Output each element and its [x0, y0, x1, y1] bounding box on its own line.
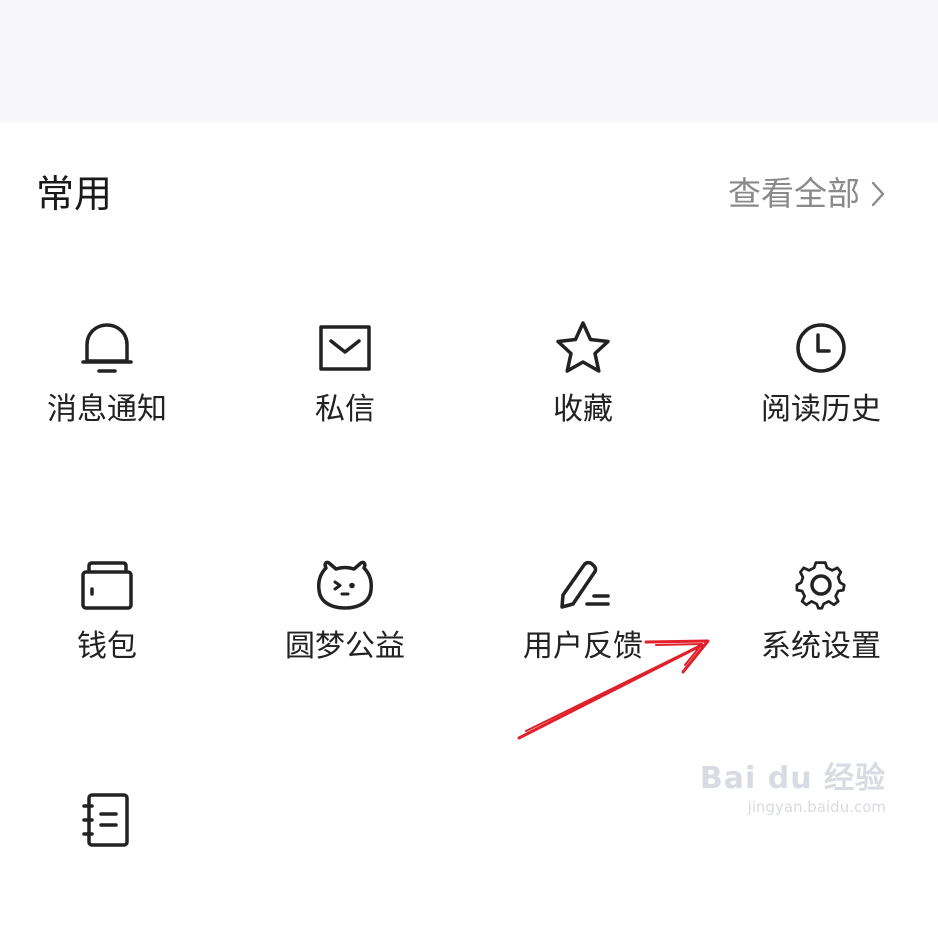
- chevron-right-icon: [870, 180, 886, 208]
- grid-item-notifications[interactable]: 消息通知: [0, 318, 217, 478]
- grid-item-label: 私信: [315, 392, 375, 427]
- grid-item-label: 用户反馈: [523, 629, 643, 664]
- star-icon: [553, 318, 613, 378]
- watermark: Bai du 经验 jingyan.baidu.com: [700, 762, 886, 818]
- grid-item-settings[interactable]: 系统设置: [711, 555, 931, 715]
- wallet-icon: [77, 555, 137, 615]
- grid-item-label: 阅读历史: [761, 392, 881, 427]
- grid-item-label: 系统设置: [761, 629, 881, 664]
- grid-item-notebook[interactable]: [0, 790, 217, 950]
- envelope-icon: [315, 318, 375, 378]
- grid-item-label: 钱包: [77, 629, 137, 664]
- grid-item-favorites[interactable]: 收藏: [473, 318, 693, 478]
- top-background-band: [0, 0, 938, 122]
- watermark-main: Bai du 经验: [699, 761, 886, 796]
- notebook-icon: [77, 790, 137, 850]
- grid-item-label: 圆梦公益: [285, 629, 405, 664]
- grid-item-history[interactable]: 阅读历史: [711, 318, 931, 478]
- gear-icon: [791, 555, 851, 615]
- grid-item-feedback[interactable]: 用户反馈: [473, 555, 693, 715]
- grid-item-label: 消息通知: [47, 392, 167, 427]
- view-all-link[interactable]: 查看全部: [728, 172, 886, 216]
- grid-item-wallet[interactable]: 钱包: [0, 555, 217, 715]
- clock-icon: [791, 318, 851, 378]
- grid-item-label: 收藏: [553, 392, 613, 427]
- grid-item-charity[interactable]: 圆梦公益: [235, 555, 455, 715]
- bell-icon: [77, 318, 137, 378]
- section-title: 常用: [36, 172, 113, 216]
- pencil-icon: [553, 555, 613, 615]
- cat-face-icon: [315, 555, 375, 615]
- grid-item-messages[interactable]: 私信: [235, 318, 455, 478]
- watermark-sub: jingyan.baidu.com: [747, 798, 886, 816]
- view-all-label: 查看全部: [728, 174, 860, 213]
